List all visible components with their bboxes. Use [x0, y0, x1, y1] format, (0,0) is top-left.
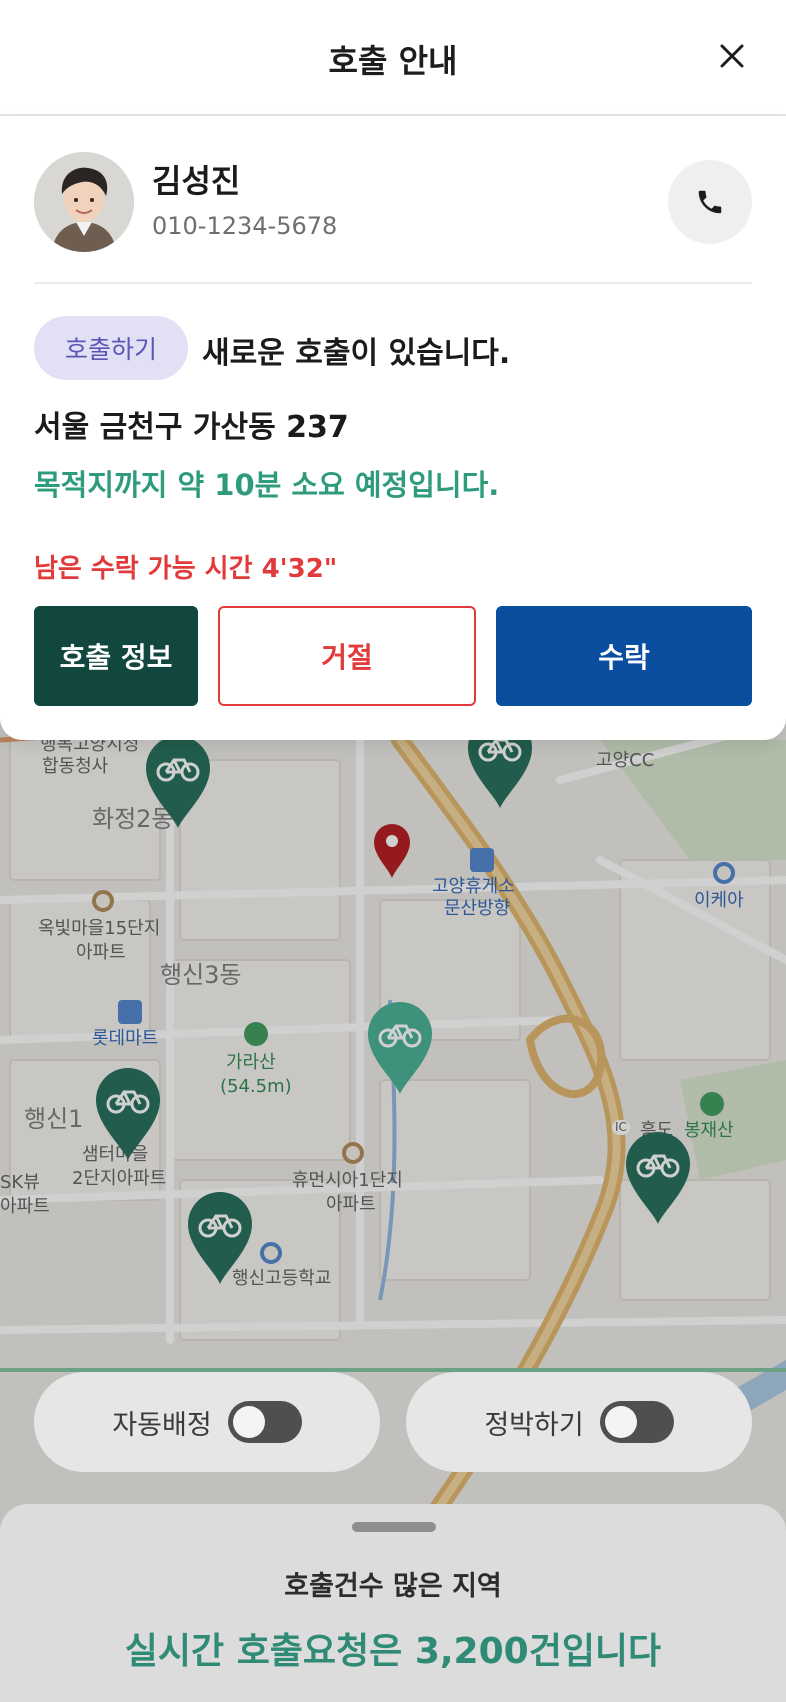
parking-toggle[interactable]: 정박하기 — [406, 1372, 752, 1472]
caller-name: 김성진 — [152, 162, 241, 200]
reject-button[interactable]: 거절 — [218, 606, 476, 706]
parking-switch[interactable] — [599, 1401, 674, 1443]
page-title: 호출 안내 — [328, 42, 458, 80]
sheet-subtitle: 실시간 호출요청은 3,200건입니다 — [124, 1631, 662, 1672]
remaining-time: 남은 수락 가능 시간 4'32" — [34, 554, 338, 584]
accept-button[interactable]: 수락 — [496, 606, 752, 706]
bottom-sheet[interactable]: 호출건수 많은 지역 실시간 호출요청은 3,200건입니다 — [0, 1504, 786, 1702]
auto-assign-label: 자동배정 — [112, 1409, 212, 1441]
sheet-handle[interactable] — [352, 1522, 436, 1532]
auto-assign-toggle[interactable]: 자동배정 — [34, 1372, 380, 1472]
parking-label: 정박하기 — [484, 1409, 584, 1441]
call-info-button[interactable]: 호출 정보 — [34, 606, 198, 706]
sheet-title: 호출건수 많은 지역 — [284, 1571, 502, 1602]
caller-phone: 010-1234-5678 — [152, 212, 338, 240]
switch-knob — [604, 1406, 637, 1438]
pickup-address: 서울 금천구 가산동 237 — [34, 410, 349, 445]
phone-icon — [698, 190, 722, 214]
auto-assign-switch[interactable] — [227, 1401, 302, 1443]
eta-text: 목적지까지 약 10분 소요 예정입니다. — [34, 468, 500, 502]
call-notice: 새로운 호출이 있습니다. — [202, 336, 511, 371]
modal-header: 호출 안내 — [0, 0, 786, 116]
close-icon — [720, 44, 744, 68]
call-button[interactable] — [668, 160, 752, 244]
call-request-card: 김성진 010-1234-5678 호출하기 새로운 호출이 있습니다. 서울 … — [0, 116, 786, 740]
avatar — [34, 152, 134, 252]
switch-knob — [232, 1406, 265, 1438]
close-button[interactable] — [714, 38, 750, 74]
call-tag: 호출하기 — [34, 316, 188, 380]
divider — [34, 282, 752, 284]
